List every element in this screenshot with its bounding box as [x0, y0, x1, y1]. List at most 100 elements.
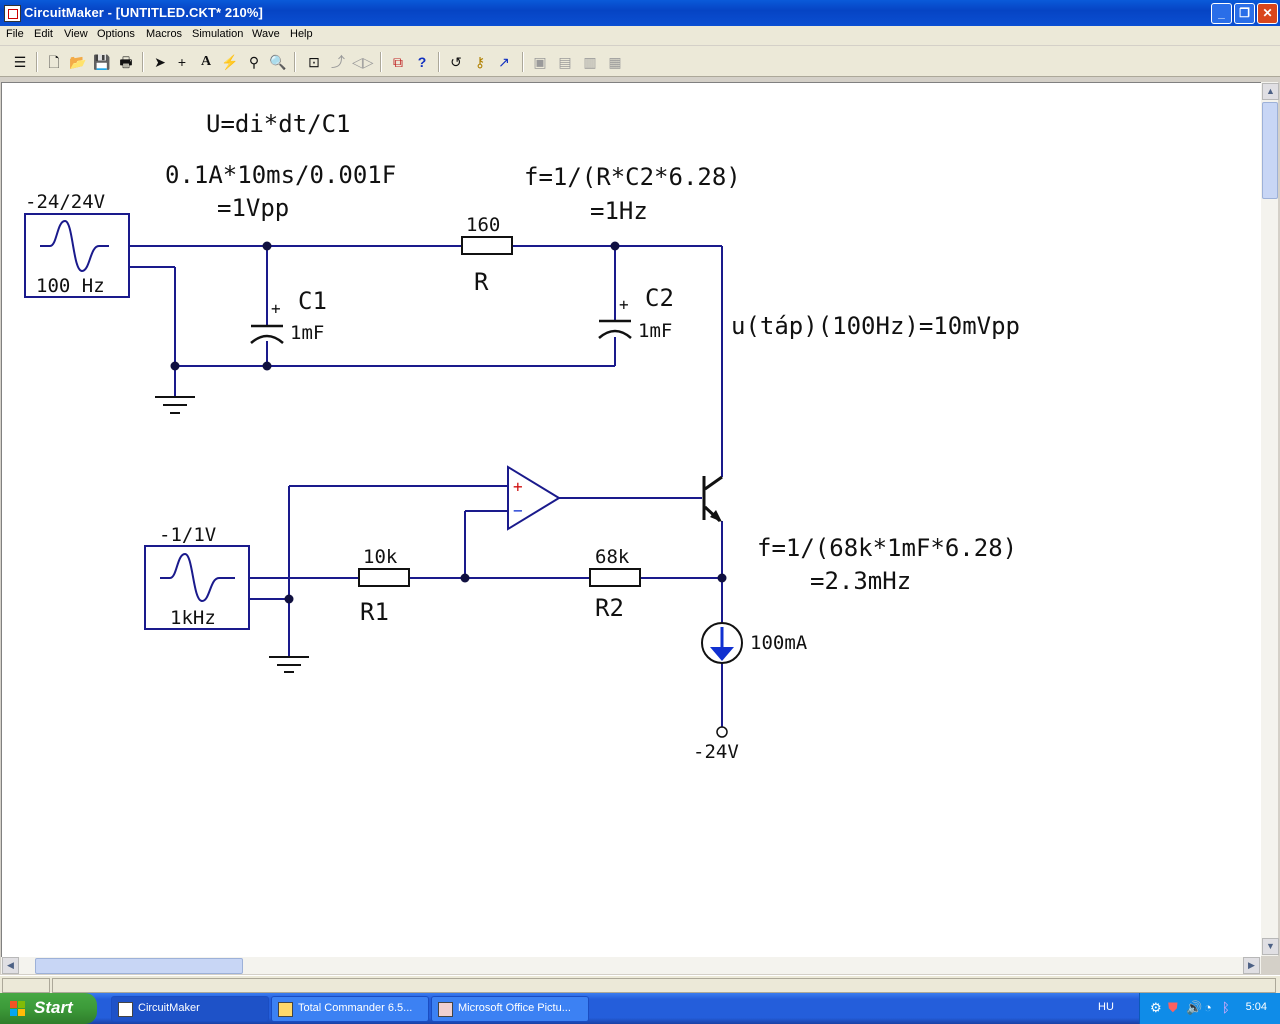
resistor-r2[interactable] [589, 568, 641, 587]
digital-icon[interactable]: ⧉ [388, 52, 408, 72]
opamp-plus: + [513, 477, 523, 496]
formula-u: U=di*dt/C1 [206, 110, 351, 138]
formula-f1: f=1/(R*C2*6.28) [524, 163, 741, 191]
task-circuitmaker[interactable]: CircuitMaker [111, 996, 269, 1022]
network-icon[interactable]: ⚙ [1150, 1000, 1162, 1016]
disabled-1-icon: ▣ [533, 54, 547, 70]
value-c2: 1mF [638, 320, 672, 342]
menu-macros[interactable]: Macros [146, 28, 182, 40]
supply-terminal[interactable] [716, 726, 728, 738]
node [284, 594, 294, 604]
menu-wave[interactable]: Wave [252, 28, 280, 40]
scroll-down-icon[interactable]: ▼ [1262, 938, 1279, 955]
app-icon[interactable] [4, 5, 21, 22]
windows-flag-icon [10, 1001, 26, 1016]
menu-view[interactable]: View [64, 28, 88, 40]
horizontal-scrollbar[interactable]: ◀ ▶ [1, 957, 1261, 974]
mirror-icon[interactable]: ◁▷ [352, 52, 374, 72]
resistor-r[interactable] [461, 236, 513, 255]
language-indicator[interactable]: HU [1098, 1001, 1114, 1013]
window-title: CircuitMaker - [UNTITLED.CKT* 210%] [24, 5, 263, 20]
label-c2: C2 [645, 284, 674, 312]
restore-button[interactable]: ❐ [1234, 3, 1255, 24]
menu-options[interactable]: Options [97, 28, 135, 40]
source1-freq: 100 Hz [36, 275, 105, 297]
menu-help[interactable]: Help [290, 28, 313, 40]
key-icon[interactable]: ⚷ [470, 52, 490, 72]
source2-label: -1/1V [159, 524, 216, 546]
scroll-up-icon[interactable]: ▲ [1262, 83, 1279, 100]
formula-f2-result: =2.3mHz [810, 567, 911, 595]
disabled-4-icon: ▦ [608, 54, 622, 70]
tray-app-icon[interactable]: ◔ [1204, 1000, 1212, 1015]
minimize-button[interactable]: _ [1211, 3, 1232, 24]
capacitor-c1[interactable] [250, 324, 284, 344]
task-total-commander[interactable]: Total Commander 6.5... [271, 996, 429, 1022]
label-c1: C1 [298, 287, 327, 315]
rotate-icon[interactable]: ⤴ [328, 52, 348, 72]
opamp-minus: − [513, 501, 523, 520]
menu-simulation[interactable]: Simulation [192, 28, 243, 40]
scroll-right-icon[interactable]: ▶ [1243, 957, 1260, 974]
capacitor-c2[interactable] [598, 319, 632, 339]
formula-u-result: =1Vpp [217, 194, 289, 222]
floppy-icon [278, 1002, 293, 1017]
ground-2 [269, 656, 309, 673]
current-source[interactable] [701, 622, 743, 664]
label-r1: R1 [360, 598, 389, 626]
vertical-scrollbar[interactable]: ▲ ▼ [1261, 82, 1279, 956]
print-icon[interactable]: 🖶 [116, 52, 136, 72]
source2-freq: 1kHz [170, 607, 216, 629]
save-icon[interactable]: 💾 [92, 52, 112, 72]
system-tray: ⚙ ⛊ 🔊 ◔ ᛒ 5:04 [1139, 993, 1280, 1024]
grid-icon[interactable]: ☰ [10, 52, 30, 72]
c2-plus: + [619, 295, 629, 314]
volume-icon[interactable]: 🔊 [1186, 1000, 1202, 1016]
scroll-left-icon[interactable]: ◀ [2, 957, 19, 974]
toolbar: ☰ 🗋 📂 💾 🖶 ➤ + A ⚡ ⚲ 🔍 ⊡ ⤴ ◁▷ ⧉ ? ↺ ⚷ ↗ ▣… [0, 46, 1280, 77]
node [170, 361, 180, 371]
disabled-2-icon: ▤ [558, 54, 572, 70]
value-r1: 10k [363, 546, 398, 568]
supply-label: -24V [693, 741, 739, 763]
shield-icon[interactable]: ⛊ [1168, 1000, 1178, 1016]
undo-icon[interactable]: ↺ [446, 52, 466, 72]
title-bar[interactable]: CircuitMaker - [UNTITLED.CKT* 210%] _ ❐ … [0, 0, 1280, 26]
start-button[interactable]: Start [0, 993, 97, 1024]
menu-edit[interactable]: Edit [34, 28, 53, 40]
resistor-r1[interactable] [358, 568, 410, 587]
zoom-tool-icon[interactable]: 🔍 [268, 52, 288, 72]
arrow-tool-icon[interactable]: ➤ [150, 52, 170, 72]
task-office-picture[interactable]: Microsoft Office Pictu... [431, 996, 589, 1022]
label-r2: R2 [595, 594, 624, 622]
fit-icon[interactable]: ⊡ [304, 52, 324, 72]
c1-plus: + [271, 299, 281, 318]
value-current-source: 100mA [750, 632, 808, 654]
source1-label: -24/24V [25, 191, 105, 213]
menu-bar: File Edit View Options Macros Simulation… [0, 26, 1280, 45]
run-icon[interactable]: ↗ [494, 52, 514, 72]
close-button[interactable]: ✕ [1257, 3, 1278, 24]
status-panel-2 [52, 978, 1276, 993]
node [610, 241, 620, 251]
vertical-scroll-thumb[interactable] [1262, 102, 1278, 199]
value-r: 160 [466, 214, 500, 236]
text-tool-icon[interactable]: A [196, 52, 216, 72]
new-file-icon[interactable]: 🗋 [44, 52, 64, 72]
open-folder-icon[interactable]: 📂 [68, 52, 88, 72]
node [717, 573, 727, 583]
taskbar: Start CircuitMaker Total Commander 6.5..… [0, 993, 1280, 1024]
wand-tool-icon[interactable]: ⚲ [244, 52, 264, 72]
bluetooth-icon[interactable]: ᛒ [1222, 1000, 1230, 1015]
clock: 5:04 [1245, 1001, 1267, 1013]
probe-tool-icon[interactable]: ⚡ [220, 52, 240, 72]
formula-f1-result: =1Hz [590, 197, 648, 225]
formula-f2: f=1/(68k*1mF*6.28) [757, 534, 1017, 562]
menu-file[interactable]: File [6, 28, 24, 40]
value-r2: 68k [595, 546, 630, 568]
help-icon[interactable]: ? [412, 52, 432, 72]
horizontal-scroll-thumb[interactable] [35, 958, 243, 974]
node [262, 241, 272, 251]
wire-tool-icon[interactable]: + [172, 52, 192, 72]
schematic-canvas[interactable]: U=di*dt/C1 0.1A*10ms/0.001F =1Vpp f=1/(R… [1, 82, 1261, 957]
